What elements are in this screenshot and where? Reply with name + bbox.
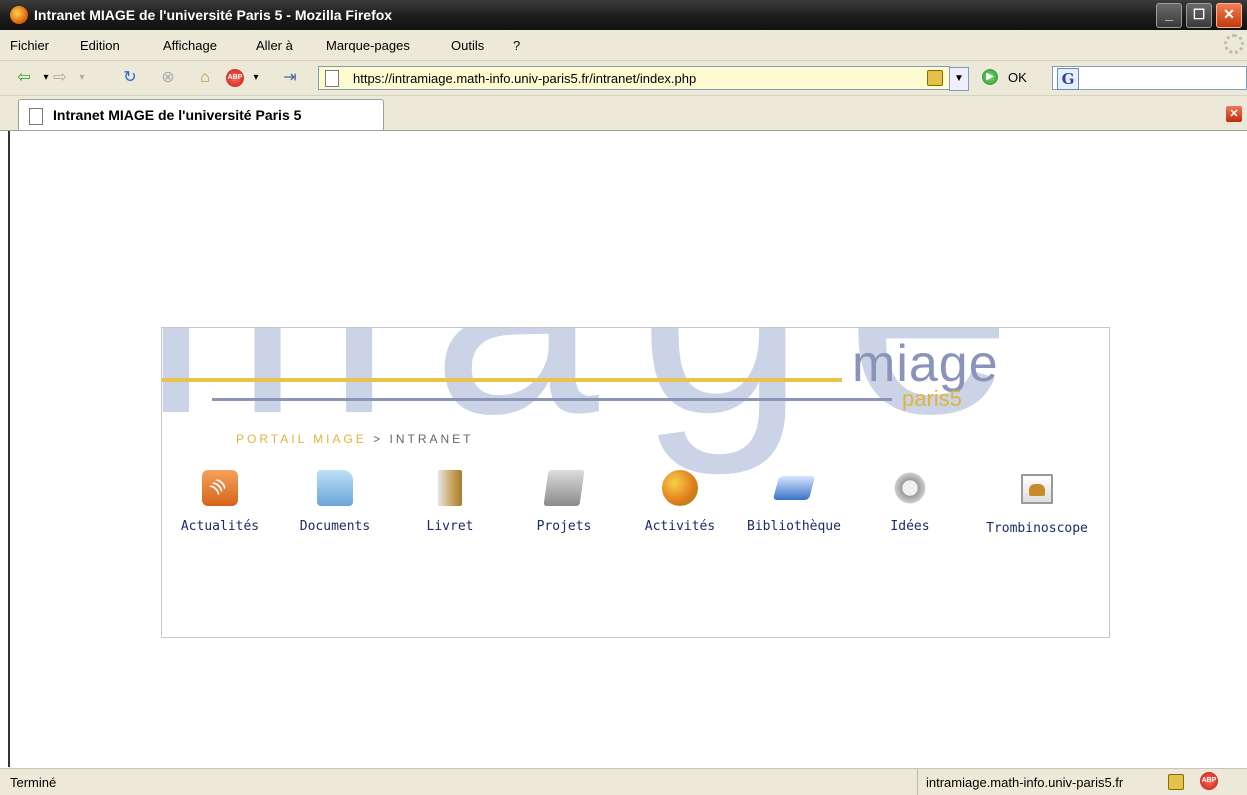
close-window-button[interactable]: ✕ bbox=[1216, 3, 1242, 28]
breadcrumb: PORTAIL MIAGE > INTRANET bbox=[236, 432, 474, 446]
tab-intranet[interactable]: Intranet MIAGE de l'université Paris 5 bbox=[18, 99, 384, 130]
google-search-icon[interactable]: G bbox=[1057, 68, 1079, 90]
window-title: Intranet MIAGE de l'université Paris 5 -… bbox=[34, 7, 393, 23]
menu-help[interactable]: ? bbox=[513, 38, 520, 53]
status-host-panel: intramiage.math-info.univ-paris5.fr bbox=[917, 769, 1196, 795]
nav-item-bibliotheque[interactable]: Bibliothèque bbox=[738, 470, 850, 534]
forward-icon[interactable]: ⇨ bbox=[50, 68, 70, 88]
reload-icon[interactable]: ↻ bbox=[120, 68, 140, 88]
home-icon[interactable]: ⌂ bbox=[195, 68, 215, 88]
status-text: Terminé bbox=[10, 775, 57, 790]
status-lock-icon[interactable] bbox=[1168, 774, 1184, 790]
menu-edition[interactable]: Edition bbox=[80, 38, 120, 53]
fruit-basket-icon[interactable] bbox=[662, 470, 698, 506]
nav-item-label[interactable]: Activités bbox=[645, 519, 715, 534]
folder-icon[interactable] bbox=[317, 470, 353, 506]
intranet-panel: mage miage paris5 PORTAIL MIAGE > INTRAN… bbox=[161, 327, 1110, 638]
stop-icon[interactable]: ⊗ bbox=[158, 68, 178, 88]
breadcrumb-separator: > bbox=[373, 432, 384, 446]
go-label[interactable]: OK bbox=[1008, 70, 1027, 85]
maximize-button[interactable]: ☐ bbox=[1186, 3, 1212, 28]
tab-bar: Intranet MIAGE de l'université Paris 5 ✕ bbox=[0, 96, 1247, 131]
miage-logo: miage bbox=[852, 335, 999, 393]
nav-item-projets[interactable]: Projets bbox=[508, 470, 620, 534]
nav-item-actualites[interactable]: Actualités bbox=[164, 470, 276, 534]
menu-marque-pages[interactable]: Marque-pages bbox=[326, 38, 410, 53]
rss-icon[interactable] bbox=[202, 470, 238, 506]
nav-item-label[interactable]: Livret bbox=[427, 519, 474, 534]
nav-item-label[interactable]: Bibliothèque bbox=[747, 519, 841, 534]
firefox-logo-icon bbox=[10, 6, 28, 24]
url-text[interactable]: https://intramiage.math-info.univ-paris5… bbox=[353, 71, 696, 86]
menu-affichage[interactable]: Affichage bbox=[163, 38, 217, 53]
page-content: mage miage paris5 PORTAIL MIAGE > INTRAN… bbox=[8, 131, 1247, 767]
open-book-icon[interactable] bbox=[772, 476, 816, 500]
nav-item-label[interactable]: Actualités bbox=[181, 519, 259, 534]
lock-icon[interactable] bbox=[927, 70, 943, 86]
url-dropdown-icon[interactable]: ▼ bbox=[949, 67, 969, 91]
window-titlebar: Intranet MIAGE de l'université Paris 5 -… bbox=[0, 0, 1247, 30]
miage-logo-sub: paris5 bbox=[902, 386, 962, 411]
breadcrumb-current: INTRANET bbox=[389, 432, 474, 446]
yellow-rule bbox=[162, 378, 842, 382]
page-icon bbox=[325, 70, 339, 87]
blue-rule bbox=[212, 398, 892, 401]
send-link-icon[interactable]: ⇥ bbox=[280, 68, 300, 88]
nav-item-activites[interactable]: Activités bbox=[624, 470, 736, 534]
status-bar: Terminé intramiage.math-info.univ-paris5… bbox=[0, 768, 1247, 795]
forward-dropdown-icon[interactable]: ▾ bbox=[72, 68, 92, 88]
nav-item-livret[interactable]: Livret bbox=[394, 470, 506, 534]
url-bar[interactable]: https://intramiage.math-info.univ-paris5… bbox=[318, 66, 969, 91]
adblock-dropdown-icon[interactable]: ▾ bbox=[246, 68, 266, 88]
gears-icon[interactable] bbox=[892, 470, 928, 506]
book-icon[interactable] bbox=[438, 470, 462, 506]
go-icon[interactable]: ▶ bbox=[982, 69, 998, 85]
search-input[interactable]: G bbox=[1052, 66, 1247, 90]
menu-aller-a[interactable]: Aller à bbox=[256, 38, 293, 53]
photo-icon[interactable] bbox=[1021, 474, 1053, 504]
menu-outils[interactable]: Outils bbox=[451, 38, 484, 53]
nav-item-label[interactable]: Idées bbox=[890, 519, 929, 534]
minimize-button[interactable]: _ bbox=[1156, 3, 1182, 28]
projects-icon[interactable] bbox=[543, 470, 585, 506]
nav-item-documents[interactable]: Documents bbox=[279, 470, 391, 534]
status-adblock-icon[interactable]: ABP bbox=[1200, 772, 1218, 790]
breadcrumb-portal-link[interactable]: PORTAIL MIAGE bbox=[236, 432, 367, 446]
nav-item-label[interactable]: Trombinoscope bbox=[986, 521, 1088, 536]
nav-item-label[interactable]: Projets bbox=[537, 519, 592, 534]
nav-item-trombinoscope[interactable]: Trombinoscope bbox=[970, 470, 1104, 536]
back-icon[interactable]: ⇦ bbox=[14, 68, 34, 88]
nav-item-idees[interactable]: Idées bbox=[854, 470, 966, 534]
tab-label: Intranet MIAGE de l'université Paris 5 bbox=[53, 107, 302, 123]
nav-item-label[interactable]: Documents bbox=[300, 519, 370, 534]
page-icon bbox=[29, 108, 43, 125]
adblock-icon[interactable]: ABP bbox=[226, 69, 244, 87]
throbber-icon bbox=[1224, 34, 1244, 54]
navigation-toolbar: ⇦ ▾ ⇨ ▾ ↻ ⊗ ⌂ ABP ▾ ⇥ https://intramiage… bbox=[0, 61, 1247, 96]
menu-bar: Fichier Edition Affichage Aller à Marque… bbox=[0, 30, 1247, 61]
menu-fichier[interactable]: Fichier bbox=[10, 38, 49, 53]
status-host: intramiage.math-info.univ-paris5.fr bbox=[926, 775, 1124, 790]
close-tab-icon[interactable]: ✕ bbox=[1226, 106, 1242, 122]
